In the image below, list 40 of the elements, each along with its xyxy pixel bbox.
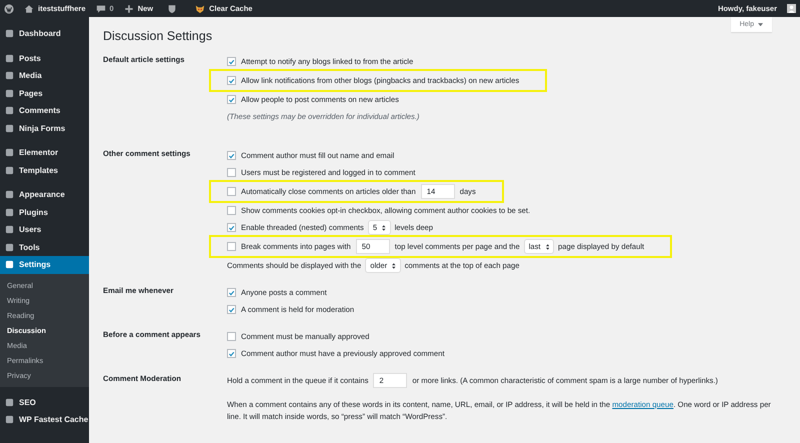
checkbox[interactable] <box>227 223 236 232</box>
checkbox[interactable] <box>227 57 236 66</box>
menu-item[interactable]: Media <box>0 67 89 84</box>
menu-item[interactable]: Elementor <box>0 144 89 162</box>
menu-item[interactable]: Dashboard <box>0 25 89 42</box>
cheetah-head-icon[interactable] <box>195 4 206 14</box>
menu-item[interactable]: Comments <box>0 102 89 120</box>
page-title: Discussion Settings <box>103 29 212 43</box>
menu-item[interactable]: Settings <box>0 256 89 274</box>
checkbox[interactable] <box>227 305 236 314</box>
plus-icon[interactable] <box>124 4 134 14</box>
speech-bubble-icon[interactable] <box>96 4 106 14</box>
up-down-arrows-icon <box>382 224 386 230</box>
checkbox[interactable] <box>227 332 236 341</box>
checkbox[interactable] <box>227 349 236 358</box>
checkbox[interactable] <box>227 76 236 85</box>
caret-icon <box>758 22 763 26</box>
shield-icon[interactable] <box>167 4 178 14</box>
menu-item[interactable]: Tools <box>0 238 89 256</box>
menu-item[interactable]: Appearance <box>0 186 89 204</box>
wordpress-logo-icon[interactable] <box>4 4 14 14</box>
menu-icon <box>5 29 14 38</box>
menu-item[interactable]: Pages <box>0 84 89 102</box>
checkbox[interactable] <box>227 288 236 297</box>
home-icon[interactable] <box>24 4 34 14</box>
menu-item[interactable]: Plugins <box>0 204 89 221</box>
up-down-arrows-icon <box>546 244 550 250</box>
menu-item[interactable]: Posts <box>0 50 89 67</box>
menu-item[interactable]: WP Fastest Cache <box>0 411 89 428</box>
checkbox[interactable] <box>227 95 236 104</box>
checkbox[interactable] <box>227 242 236 251</box>
menu-item[interactable]: SEO <box>0 394 89 411</box>
menu-item[interactable]: Templates <box>0 162 89 179</box>
checkbox[interactable] <box>227 168 236 177</box>
menu-item[interactable]: Users <box>0 221 89 238</box>
menu-item[interactable]: Ninja Forms <box>0 120 89 137</box>
checkbox[interactable] <box>227 151 236 160</box>
checkbox[interactable] <box>227 187 236 196</box>
checkbox[interactable] <box>227 206 236 215</box>
up-down-arrows-icon <box>392 262 396 268</box>
